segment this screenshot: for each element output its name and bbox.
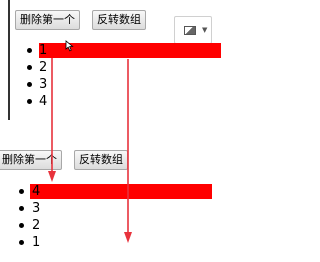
bullet-icon xyxy=(19,189,24,194)
bullet-icon xyxy=(19,240,24,245)
list-item-label: 4 xyxy=(39,94,48,109)
bullet-icon xyxy=(27,65,32,70)
list-item: 4 xyxy=(26,93,221,110)
bullet-icon xyxy=(19,206,24,211)
list-item-label: 4 xyxy=(32,184,41,199)
mouse-cursor-icon xyxy=(65,40,74,52)
bullet-icon xyxy=(27,99,32,104)
bullet-icon xyxy=(27,48,32,53)
reverse-array-button[interactable]: 反转数组 xyxy=(74,150,128,170)
list-item-label: 1 xyxy=(39,43,48,58)
highlight-bar xyxy=(30,184,212,199)
top-number-list: 1 2 3 4 xyxy=(26,42,221,110)
bullet-icon xyxy=(27,82,32,87)
image-icon xyxy=(184,26,196,35)
list-item: 2 xyxy=(18,217,212,234)
reverse-array-button[interactable]: 反转数组 xyxy=(92,10,146,30)
bottom-number-list: 4 3 2 1 xyxy=(18,183,212,251)
list-item: 1 xyxy=(26,42,221,59)
delete-first-button[interactable]: 删除第一个 xyxy=(15,10,80,30)
list-item-label: 2 xyxy=(39,60,48,75)
bullet-icon xyxy=(19,223,24,228)
list-item: 1 xyxy=(18,234,212,251)
image-dropdown-button[interactable]: ▼ xyxy=(174,16,212,44)
chevron-down-icon: ▼ xyxy=(202,26,208,34)
list-item-label: 1 xyxy=(32,235,41,250)
list-item: 4 xyxy=(18,183,212,200)
list-item-label: 3 xyxy=(39,77,48,92)
list-item-label: 2 xyxy=(32,218,41,233)
delete-first-button[interactable]: 删除第一个 xyxy=(0,150,62,170)
list-item: 3 xyxy=(26,76,221,93)
list-item: 2 xyxy=(26,59,221,76)
list-item-label: 3 xyxy=(32,201,41,216)
list-item: 3 xyxy=(18,200,212,217)
